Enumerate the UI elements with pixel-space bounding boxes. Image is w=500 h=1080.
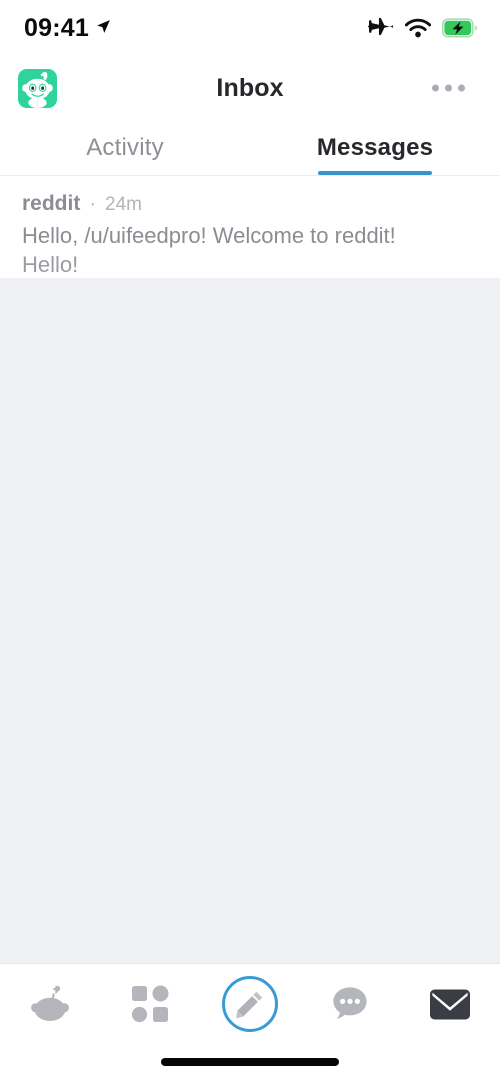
tab-messages-label: Messages xyxy=(316,133,434,161)
nav-item-chat[interactable] xyxy=(300,964,400,1044)
bottom-navigation-bar xyxy=(0,963,500,1080)
location-arrow-icon xyxy=(97,20,110,33)
envelope-icon xyxy=(430,989,470,1019)
message-meta: reddit · 24m xyxy=(22,192,478,216)
battery-charging-icon xyxy=(442,18,478,38)
more-horizontal-icon[interactable] xyxy=(430,77,467,100)
nav-item-create[interactable] xyxy=(200,964,300,1044)
home-indicator-bar xyxy=(161,1058,339,1066)
inbox-tabs: Activity Messages xyxy=(0,120,500,175)
overflow-dot xyxy=(458,84,465,92)
message-preview: Hello! xyxy=(22,252,79,278)
tab-activity-label: Activity xyxy=(86,133,164,161)
nav-item-discover[interactable] xyxy=(100,964,200,1044)
message-subject: Hello, /u/uifeedpro! Welcome to reddit! xyxy=(22,223,396,248)
phone-screen: 09:41 Inbox Activity Messages reddit · 2… xyxy=(0,0,500,1080)
empty-scroll-area xyxy=(0,278,500,963)
page-title: Inbox xyxy=(216,73,284,102)
create-button-ring xyxy=(222,976,278,1032)
pencil-icon xyxy=(236,991,263,1019)
tab-messages[interactable]: Messages xyxy=(250,120,500,175)
message-timestamp: 24m xyxy=(105,194,142,215)
overflow-dot xyxy=(445,84,452,92)
overflow-dot xyxy=(432,84,439,92)
app-header: Inbox xyxy=(0,56,500,120)
snoo-home-icon xyxy=(31,985,69,1021)
status-bar-right xyxy=(367,17,478,39)
tab-activity[interactable]: Activity xyxy=(0,120,250,175)
wifi-icon xyxy=(405,18,431,38)
grid-squares-icon xyxy=(131,985,169,1023)
nav-item-inbox[interactable] xyxy=(400,964,500,1044)
bottom-nav-row xyxy=(0,964,500,1044)
chat-bubble-dots-icon xyxy=(333,987,367,1019)
airplane-mode-icon xyxy=(368,17,394,36)
snoo-avatar-icon[interactable] xyxy=(18,69,57,108)
snoo-avatar-glyph xyxy=(18,69,57,108)
nav-item-home[interactable] xyxy=(0,964,100,1044)
message-separator: · xyxy=(89,192,97,215)
status-bar: 09:41 xyxy=(0,0,500,56)
status-bar-left: 09:41 xyxy=(24,14,112,43)
status-time: 09:41 xyxy=(24,13,89,42)
message-author: reddit xyxy=(22,192,81,215)
